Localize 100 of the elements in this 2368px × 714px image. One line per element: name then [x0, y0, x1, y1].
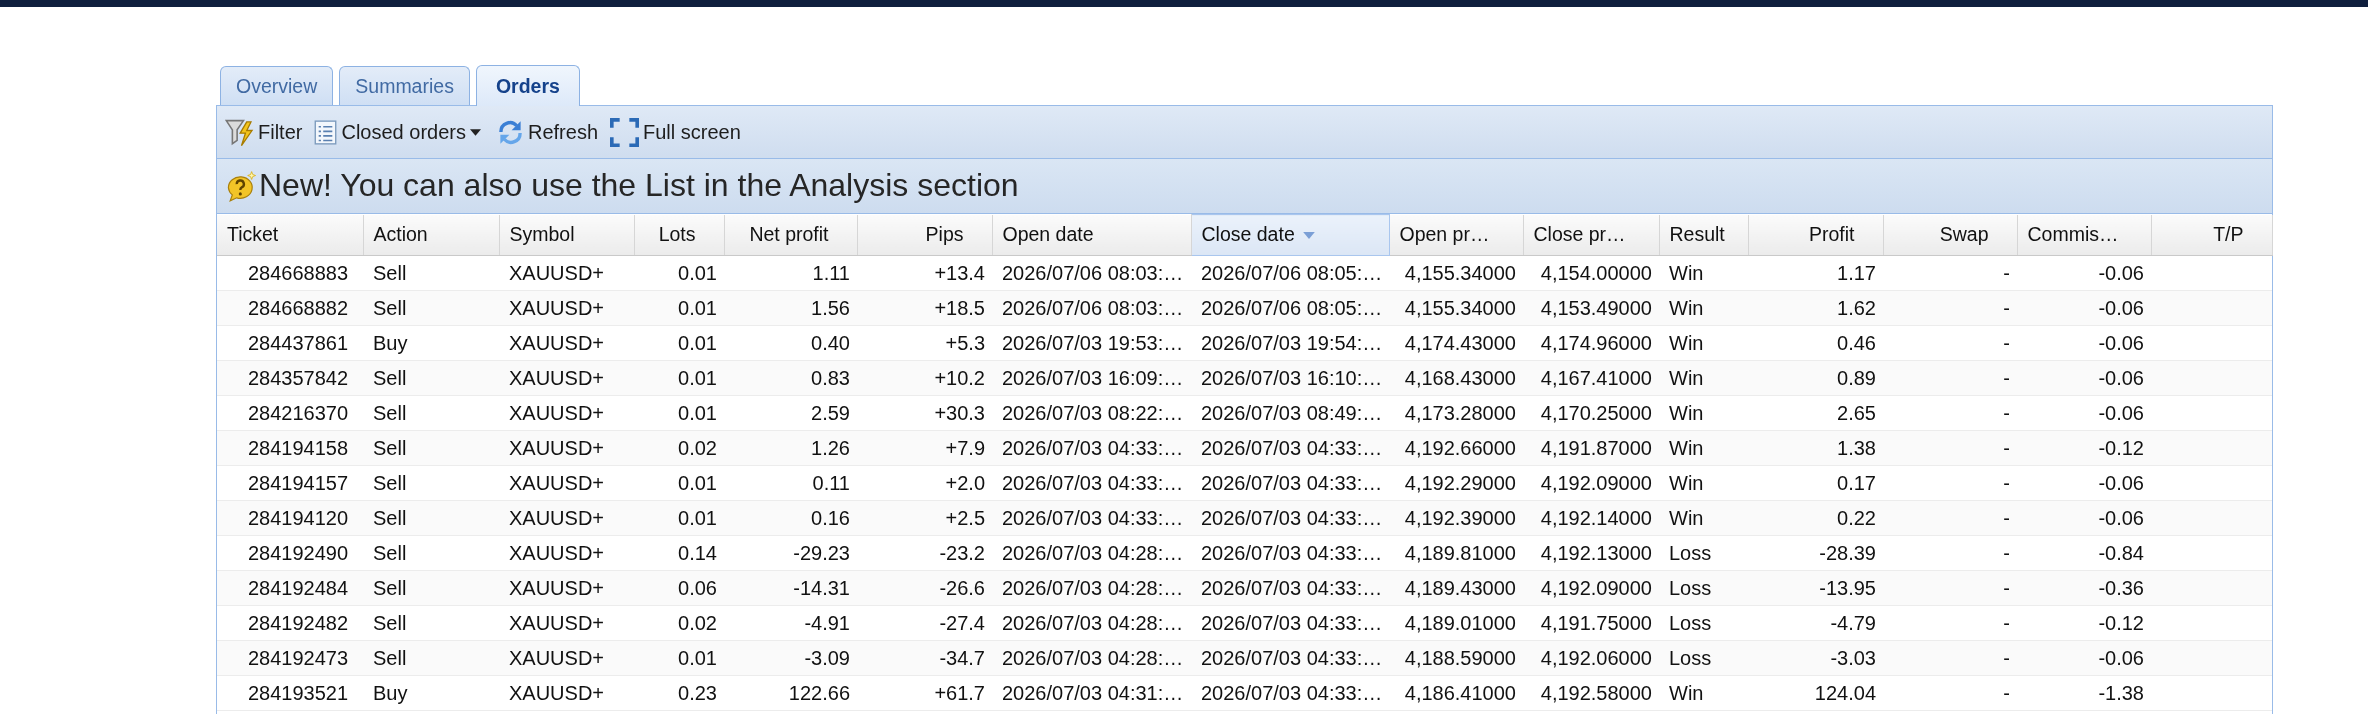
table-cell: 4,173.28000: [1389, 395, 1523, 431]
column-header[interactable]: Symbol: [499, 214, 634, 256]
table-cell: 284192482: [217, 605, 363, 641]
table-cell: -23.2: [857, 535, 992, 571]
table-cell: -0.06: [2017, 325, 2151, 361]
column-header[interactable]: T/P: [2151, 214, 2272, 256]
table-cell: -34.7: [857, 640, 992, 676]
table-cell: Loss: [1659, 535, 1748, 571]
orders-dropdown-button[interactable]: Closed orders: [314, 119, 485, 145]
table-cell: +18.5: [857, 290, 992, 326]
table-cell: -0.12: [2017, 430, 2151, 466]
table-cell: 2026/07/03 08:49:…: [1191, 395, 1389, 431]
table-cell: 2026/07/03 04:33:…: [1191, 500, 1389, 536]
table-cell: +5.3: [857, 325, 992, 361]
table-cell: 2026/07/03 04:33:…: [1191, 605, 1389, 641]
table-cell: 2026/07/03 04:33:…: [1191, 640, 1389, 676]
table-cell: Loss: [1659, 570, 1748, 606]
column-header[interactable]: Pips: [857, 214, 992, 256]
column-header[interactable]: Net profit: [724, 214, 857, 256]
fullscreen-button[interactable]: Full screen: [610, 117, 741, 147]
table-cell: Sell: [363, 640, 499, 676]
table-cell: XAUUSD+: [499, 640, 634, 676]
table-cell: 284668882: [217, 290, 363, 326]
table-cell: -0.06: [2017, 465, 2151, 501]
table-cell: -0.84: [2017, 535, 2151, 571]
table-cell: XAUUSD+: [499, 360, 634, 396]
column-header[interactable]: Open pr…: [1389, 214, 1523, 256]
table-cell: -: [1883, 465, 2017, 501]
column-header[interactable]: Open date: [992, 214, 1191, 256]
table-cell: 2026/07/03 16:09:…: [992, 360, 1191, 396]
table-cell: 0.01: [634, 325, 724, 361]
column-header[interactable]: Commis…: [2017, 214, 2151, 256]
table-cell: 2026/07/03 04:33:…: [992, 500, 1191, 536]
table-cell: 0.02: [634, 605, 724, 641]
tab[interactable]: Summaries: [339, 66, 470, 105]
table-cell: -0.06: [2017, 290, 2151, 326]
table-cell: -29.23: [724, 535, 857, 571]
table-cell: 0.89: [1748, 360, 1883, 396]
table-cell: 2026/07/03 04:33:…: [1191, 535, 1389, 571]
column-header[interactable]: Close pr…: [1523, 214, 1659, 256]
table-cell: 2.65: [1748, 395, 1883, 431]
sort-down-icon: [1302, 231, 1315, 239]
fullscreen-icon: [610, 117, 639, 147]
table-cell: 0.11: [724, 465, 857, 501]
column-header[interactable]: Ticket: [217, 214, 363, 256]
table-cell: 284193521: [217, 675, 363, 711]
refresh-button[interactable]: Refresh: [496, 118, 598, 146]
refresh-icon: [496, 118, 524, 146]
help-bubble-icon: [226, 170, 257, 202]
table-cell: 4,186.41000: [1389, 675, 1523, 711]
table-cell: -: [1883, 325, 2017, 361]
table-cell: XAUUSD+: [499, 535, 634, 571]
table-cell: -0.12: [2017, 605, 2151, 641]
column-header[interactable]: Result: [1659, 214, 1748, 256]
table-cell: XAUUSD+: [499, 255, 634, 291]
table-cell: -: [1883, 430, 2017, 466]
table-cell: 2026/07/03 19:53:…: [992, 325, 1191, 361]
table-cell: 0.16: [724, 500, 857, 536]
table-cell: 4,189.43000: [1389, 570, 1523, 606]
table-cell: XAUUSD+: [499, 395, 634, 431]
table-cell: 4,192.06000: [1523, 640, 1659, 676]
table-cell: XAUUSD+: [499, 290, 634, 326]
table-cell: Sell: [363, 430, 499, 466]
filter-button[interactable]: Filter: [225, 117, 303, 147]
table-cell: XAUUSD+: [499, 465, 634, 501]
table-cell: 4,155.34000: [1389, 255, 1523, 291]
table-cell: -: [1883, 290, 2017, 326]
table-cell: 0.17: [1748, 465, 1883, 501]
column-header[interactable]: Close date: [1191, 214, 1389, 256]
notice-text: New! You can also use the List in the Analysis section: [259, 168, 1019, 204]
table-cell: 0.83: [724, 360, 857, 396]
table-cell: Win: [1659, 395, 1748, 431]
table-cell: Sell: [363, 535, 499, 571]
table-cell: Sell: [363, 360, 499, 396]
tab[interactable]: Orders: [475, 65, 580, 106]
table-cell: 4,174.43000: [1389, 325, 1523, 361]
column-header[interactable]: Lots: [634, 214, 724, 256]
table-cell: -26.6: [857, 570, 992, 606]
table-cell: Win: [1659, 255, 1748, 291]
table-cell: 2.59: [724, 395, 857, 431]
column-header[interactable]: Swap: [1883, 214, 2017, 256]
table-cell: 2026/07/03 04:28:…: [992, 535, 1191, 571]
table-cell: Sell: [363, 500, 499, 536]
table-cell: XAUUSD+: [499, 500, 634, 536]
table-cell: 2026/07/03 04:33:…: [1191, 675, 1389, 711]
column-header[interactable]: Action: [363, 214, 499, 256]
table-cell: 2026/07/06 08:05:…: [1191, 255, 1389, 291]
column-header[interactable]: Profit: [1748, 214, 1883, 256]
table-cell: Loss: [1659, 640, 1748, 676]
table-cell: 0.14: [634, 535, 724, 571]
table-cell: Win: [1659, 430, 1748, 466]
table-cell: 124.04: [1748, 675, 1883, 711]
table-cell: 4,188.59000: [1389, 640, 1523, 676]
tab[interactable]: Overview: [220, 66, 334, 105]
table-cell: 4,192.29000: [1389, 465, 1523, 501]
table-cell: Win: [1659, 290, 1748, 326]
table-cell: -1.38: [2017, 675, 2151, 711]
table-cell: 284192473: [217, 640, 363, 676]
table-cell: 2026/07/03 04:28:…: [992, 640, 1191, 676]
table-cell: Sell: [363, 605, 499, 641]
